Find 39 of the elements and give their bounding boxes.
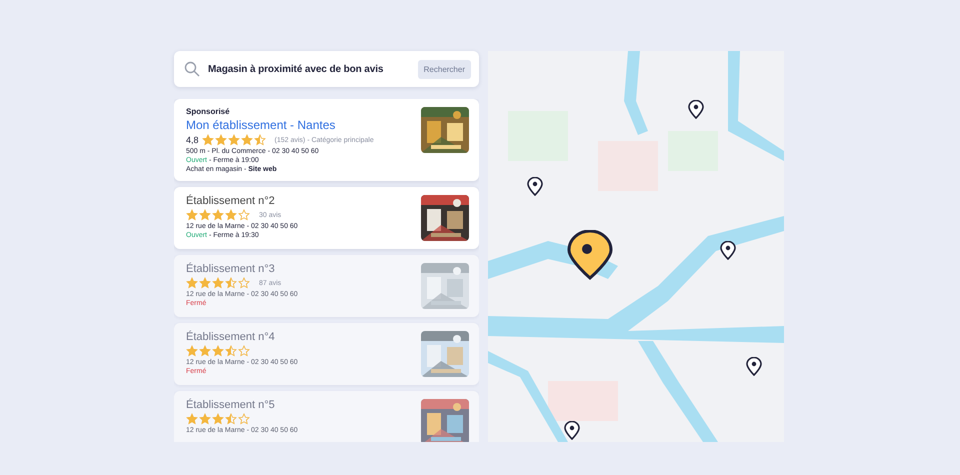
star-icon	[199, 345, 211, 357]
location-pin-icon[interactable]	[746, 357, 762, 376]
location-pin-icon[interactable]	[688, 100, 704, 119]
business-name[interactable]: Mon établissement - Nantes	[186, 118, 374, 132]
location-pin-icon[interactable]	[564, 421, 580, 440]
star-icon	[228, 134, 240, 146]
star-icon	[186, 277, 198, 289]
business-name: Établissement n°5	[186, 399, 276, 411]
location-pin-icon[interactable]	[527, 177, 543, 196]
location-pin-icon[interactable]	[567, 230, 613, 280]
star-icon	[254, 134, 266, 146]
star-icon	[225, 345, 237, 357]
star-icon	[225, 413, 237, 425]
star-icon	[240, 134, 253, 146]
star-icon	[199, 209, 211, 221]
location-pin-icon[interactable]	[720, 241, 736, 260]
star-icon	[186, 209, 198, 221]
search-icon	[184, 61, 200, 77]
business-name: Établissement n°2	[186, 195, 276, 207]
star-icon	[212, 277, 224, 289]
star-icon	[199, 277, 211, 289]
star-icon	[212, 413, 224, 425]
star-icon	[225, 209, 237, 221]
star-icon	[186, 413, 198, 425]
sponsored-label: Sponsorisé	[186, 107, 231, 116]
star-icon	[225, 277, 237, 289]
star-icon	[186, 345, 198, 357]
rating-value: 4,8	[186, 135, 199, 145]
business-name: Établissement n°3	[186, 263, 276, 275]
star-icon	[238, 209, 250, 221]
star-icon	[214, 134, 227, 146]
star-icon	[238, 413, 250, 425]
star-icon	[202, 134, 214, 146]
star-icon	[212, 209, 224, 221]
star-icon	[212, 345, 224, 357]
business-name: Établissement n°4	[186, 331, 276, 343]
star-icon	[238, 345, 250, 357]
star-icon	[238, 277, 250, 289]
star-icon	[199, 413, 211, 425]
